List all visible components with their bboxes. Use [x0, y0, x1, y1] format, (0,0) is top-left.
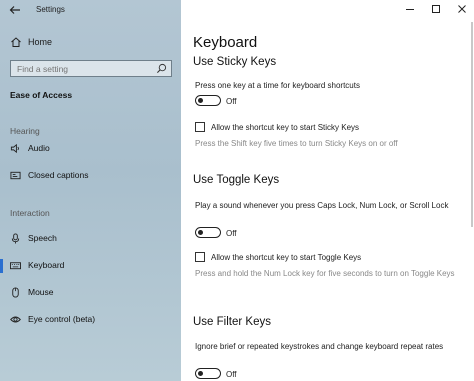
- keyboard-icon: [10, 262, 21, 270]
- sticky-keys-shortcut-checkbox[interactable]: [195, 122, 205, 132]
- sidebar-item-closed-captions[interactable]: Closed captions: [0, 167, 181, 185]
- toggle-knob: [198, 97, 203, 103]
- toggle-keys-shortcut-checkbox-row[interactable]: Allow the shortcut key to start Toggle K…: [195, 252, 465, 264]
- sidebar-item-label: Home: [28, 37, 53, 47]
- microphone-icon: [11, 233, 20, 244]
- app-title: Settings: [36, 5, 65, 14]
- filter-keys-heading: Use Filter Keys: [193, 316, 271, 328]
- section-title: Ease of Access: [10, 90, 73, 100]
- filter-keys-toggle[interactable]: [195, 368, 221, 379]
- minimize-icon: [406, 9, 414, 10]
- sidebar-item-label: Speech: [28, 233, 57, 243]
- toggle-keys-toggle[interactable]: [195, 227, 221, 238]
- sidebar-item-keyboard[interactable]: Keyboard: [0, 257, 181, 275]
- minimize-button[interactable]: [404, 2, 416, 16]
- sticky-keys-shortcut-checkbox-row[interactable]: Allow the shortcut key to start Sticky K…: [195, 122, 465, 134]
- sidebar-item-home[interactable]: Home: [0, 34, 181, 52]
- maximize-button[interactable]: [430, 2, 442, 16]
- close-button[interactable]: [456, 2, 468, 16]
- toggle-keys-heading: Use Toggle Keys: [193, 174, 280, 186]
- group-label-interaction: Interaction: [10, 208, 50, 218]
- sticky-keys-description: Press one key at a time for keyboard sho…: [195, 81, 360, 90]
- sidebar-item-mouse[interactable]: Mouse: [0, 284, 181, 302]
- close-icon: [458, 5, 466, 13]
- sidebar-item-eye-control[interactable]: Eye control (beta): [0, 311, 181, 329]
- maximize-icon: [432, 5, 440, 13]
- sidebar-item-label: Audio: [28, 143, 50, 153]
- toggle-keys-hint: Press and hold the Num Lock key for five…: [195, 269, 455, 278]
- sidebar-item-audio[interactable]: Audio: [0, 140, 181, 158]
- mouse-icon: [12, 287, 19, 298]
- checkbox-label: Allow the shortcut key to start Toggle K…: [211, 253, 362, 262]
- filter-keys-description: Ignore brief or repeated keystrokes and …: [195, 342, 444, 351]
- back-arrow-icon: [9, 6, 20, 14]
- sticky-keys-toggle[interactable]: [195, 95, 221, 106]
- group-label-hearing: Hearing: [10, 126, 40, 136]
- sidebar-item-label: Mouse: [28, 287, 54, 297]
- toggle-knob: [198, 229, 203, 235]
- toggle-knob: [198, 370, 203, 376]
- sidebar-item-label: Eye control (beta): [28, 314, 96, 324]
- titlebar: Settings: [0, 0, 181, 22]
- sidebar-item-label: Closed captions: [28, 170, 89, 180]
- scrollbar[interactable]: [470, 22, 474, 232]
- sidebar: Settings Home Ease of Access Hearing Aud…: [0, 0, 181, 381]
- sticky-keys-heading: Use Sticky Keys: [193, 56, 277, 68]
- back-button[interactable]: [8, 4, 22, 18]
- search-icon[interactable]: [156, 63, 167, 74]
- page-title: Keyboard: [193, 34, 258, 51]
- sidebar-item-speech[interactable]: Speech: [0, 230, 181, 248]
- search-input[interactable]: [11, 61, 151, 76]
- sticky-keys-toggle-state: Off: [226, 97, 237, 106]
- checkbox-label: Allow the shortcut key to start Sticky K…: [211, 123, 360, 132]
- sticky-keys-hint: Press the Shift key five times to turn S…: [195, 139, 398, 148]
- search-box[interactable]: [10, 60, 172, 77]
- toggle-keys-description: Play a sound whenever you press Caps Loc…: [195, 201, 449, 210]
- audio-icon: [10, 143, 19, 154]
- toggle-keys-shortcut-checkbox[interactable]: [195, 252, 205, 262]
- eye-control-icon: [10, 316, 21, 323]
- scrollbar-thumb[interactable]: [471, 22, 473, 227]
- sidebar-item-label: Keyboard: [28, 260, 65, 270]
- window-controls: [404, 2, 468, 18]
- home-icon: [11, 37, 21, 47]
- closed-captions-icon: [10, 171, 21, 180]
- toggle-keys-toggle-state: Off: [226, 229, 237, 238]
- filter-keys-toggle-state: Off: [226, 370, 237, 379]
- content-pane: Keyboard Use Sticky Keys Press one key a…: [181, 0, 474, 381]
